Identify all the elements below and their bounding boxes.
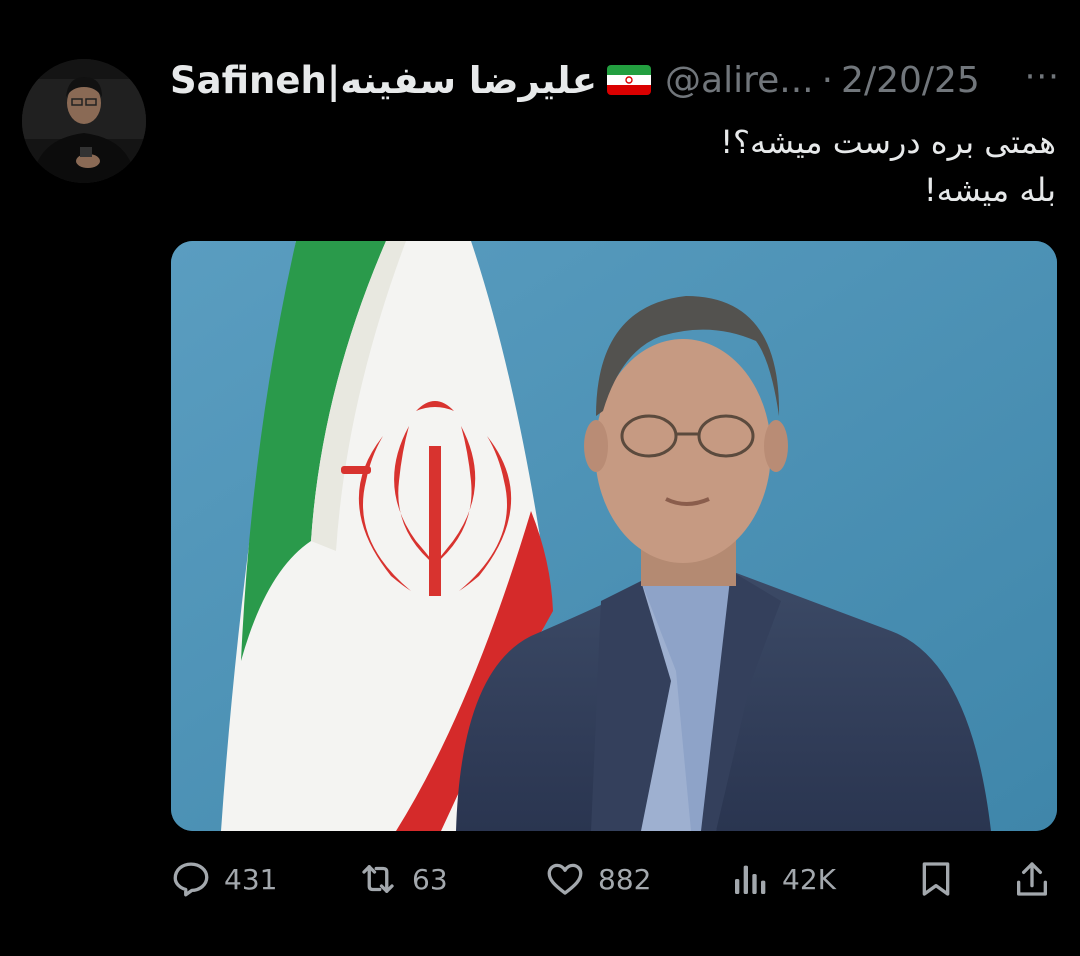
share-button[interactable]	[1012, 855, 1052, 903]
separator-dot: ·	[821, 59, 834, 101]
bookmark-icon	[916, 858, 956, 900]
retweet-button[interactable]: 63	[356, 855, 448, 903]
share-icon	[1012, 858, 1052, 900]
action-bar: 431 63 882 42K	[170, 855, 1060, 903]
tweet-header: Safineh|علیرضا سفینه @alire... · 2/20/25…	[170, 55, 1060, 105]
reply-count: 431	[224, 862, 278, 896]
reply-button[interactable]: 431	[170, 855, 277, 903]
retweet-count: 63	[412, 862, 448, 896]
retweet-icon	[356, 858, 400, 900]
reply-icon	[170, 858, 212, 900]
tweet-text-line: بله میشه!	[923, 171, 1056, 209]
more-options-icon[interactable]: ···	[1025, 57, 1060, 97]
views-count: 42K	[782, 862, 836, 896]
tweet-date[interactable]: 2/20/25	[841, 60, 980, 101]
like-button[interactable]: 882	[544, 855, 651, 903]
tweet-text-line: همتی بره درست میشه؟!	[720, 123, 1056, 161]
tweet-text: همتی بره درست میشه؟! بله میشه!	[196, 118, 1056, 214]
views-chart-icon	[730, 858, 770, 900]
views-button[interactable]: 42K	[730, 855, 836, 903]
bookmark-button[interactable]	[916, 855, 956, 903]
like-count: 882	[598, 862, 652, 896]
tweet-photo[interactable]	[171, 241, 1057, 831]
iran-flag-icon	[607, 65, 652, 95]
display-name[interactable]: Safineh|علیرضا سفینه	[170, 59, 597, 102]
heart-icon	[544, 858, 586, 900]
user-handle[interactable]: @alire...	[665, 60, 814, 101]
avatar[interactable]	[22, 59, 146, 183]
